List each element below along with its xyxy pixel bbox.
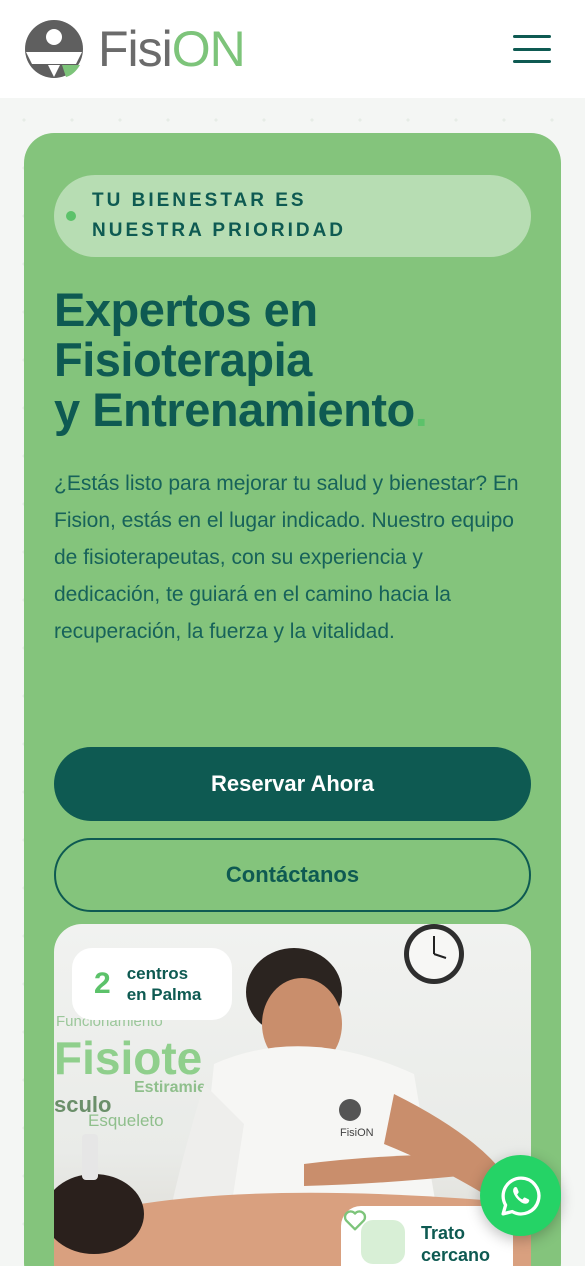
centers-label-line1: centros [126,964,189,983]
menu-line [513,35,551,38]
centers-stat-card: 2 centros en Palma [72,948,232,1020]
logo-mark-icon [25,20,83,78]
brand-name-part1: Fisi [98,21,173,77]
wall-text-5: Esqueleto [88,1111,164,1130]
hero-headline: Expertos en Fisioterapia y Entrenamiento… [54,285,531,435]
hero-section: TU BIENESTAR ES NUESTRA PRIORIDAD Expert… [24,133,561,1266]
headline-line-1: Expertos en [54,283,318,336]
centers-count: 2 [94,967,111,1000]
hero-description: ¿Estás listo para mejorar tu salud y bie… [54,472,519,643]
wall-text-2: Fisiote [54,1032,202,1084]
centers-label-line2: en Palma [126,985,202,1004]
heart-icon-box [343,1210,405,1264]
hero-photo: Funcionamiento Fisiote Estiramie sculo E… [54,924,531,1266]
menu-line [513,60,551,63]
menu-line [513,47,551,51]
shirt-logo-text: FisiON [340,1127,374,1139]
headline-line-3: y Entrenamiento [54,383,415,436]
tagline-pill: TU BIENESTAR ES NUESTRA PRIORIDAD [54,175,531,257]
brand-name: FisiON [98,21,246,77]
tagline-dot [66,211,76,221]
site-header: FisiON [0,0,585,98]
whatsapp-icon [500,1175,541,1216]
reservar-button[interactable]: Reservar Ahora [54,747,531,821]
wall-text-3: Estiramie [134,1079,206,1096]
headline-line-2: Fisioterapia [54,333,312,386]
trato-label-line2: cercano [421,1245,491,1265]
tagline-text: TU BIENESTAR ES NUESTRA PRIORIDAD [92,190,347,241]
brand-logo[interactable]: FisiON [24,19,246,79]
headline-line-3-wrap: y Entrenamiento. [54,385,531,435]
trato-label-line1: Trato [421,1223,466,1243]
contact-button[interactable]: Contáctanos [54,838,531,912]
centers-label: centros en Palma [127,963,202,1005]
headline-dot: . [414,383,428,436]
heart-icon [343,1210,367,1231]
hamburger-menu-icon[interactable] [513,35,551,63]
trato-label: Trato cercano [421,1222,490,1266]
whatsapp-button[interactable] [480,1155,561,1236]
brand-name-part2: ON [171,21,246,77]
